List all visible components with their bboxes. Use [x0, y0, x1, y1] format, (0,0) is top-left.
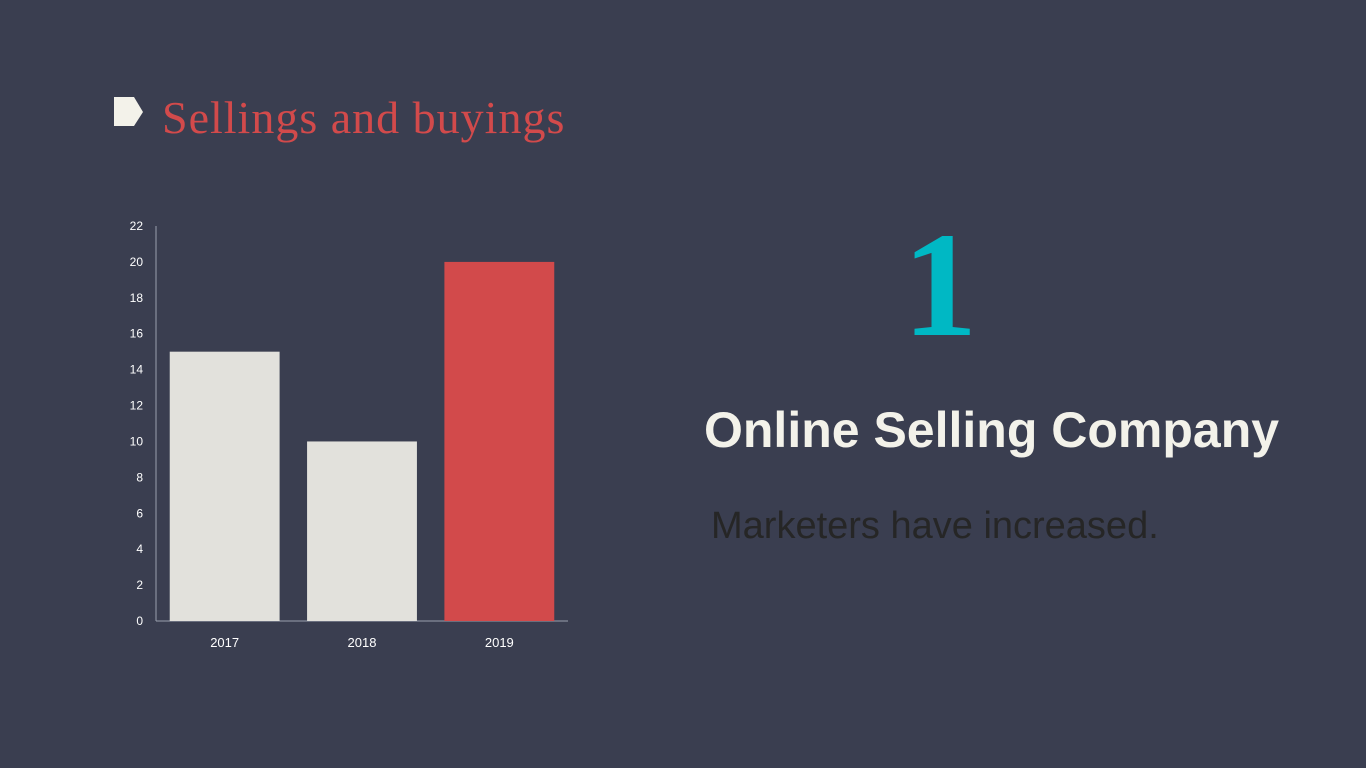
bar-2018 [307, 441, 417, 621]
bar-chart: 0 2 4 6 8 10 12 14 16 18 20 22 2017 2018 2019 [130, 219, 568, 650]
bar-2019 [444, 261, 555, 621]
y-tick-label: 16 [130, 327, 144, 341]
company-name: Online Selling Company [704, 402, 1280, 458]
y-tick-label: 6 [136, 506, 143, 520]
y-tick-label: 2 [136, 578, 143, 592]
big-number: 1 [902, 202, 978, 368]
y-tick-label: 0 [136, 614, 143, 628]
y-tick-label: 4 [136, 542, 143, 556]
y-tick-label: 18 [130, 291, 144, 305]
y-tick-label: 10 [130, 434, 144, 448]
bar-2017 [169, 351, 280, 621]
y-tick-label: 8 [136, 470, 143, 484]
x-tick-label: 2017 [210, 635, 239, 650]
y-tick-label: 22 [130, 219, 144, 233]
y-tick-label: 20 [130, 255, 144, 269]
subtitle: Marketers have increased. [711, 505, 1159, 547]
y-tick-label: 12 [130, 399, 144, 413]
slide: Sellings and buyings 0 2 4 6 8 10 12 14 16 18 20 22… [0, 0, 1366, 768]
y-tick-label: 14 [130, 363, 144, 377]
x-tick-label: 2018 [348, 635, 377, 650]
x-tick-label: 2019 [485, 635, 514, 650]
